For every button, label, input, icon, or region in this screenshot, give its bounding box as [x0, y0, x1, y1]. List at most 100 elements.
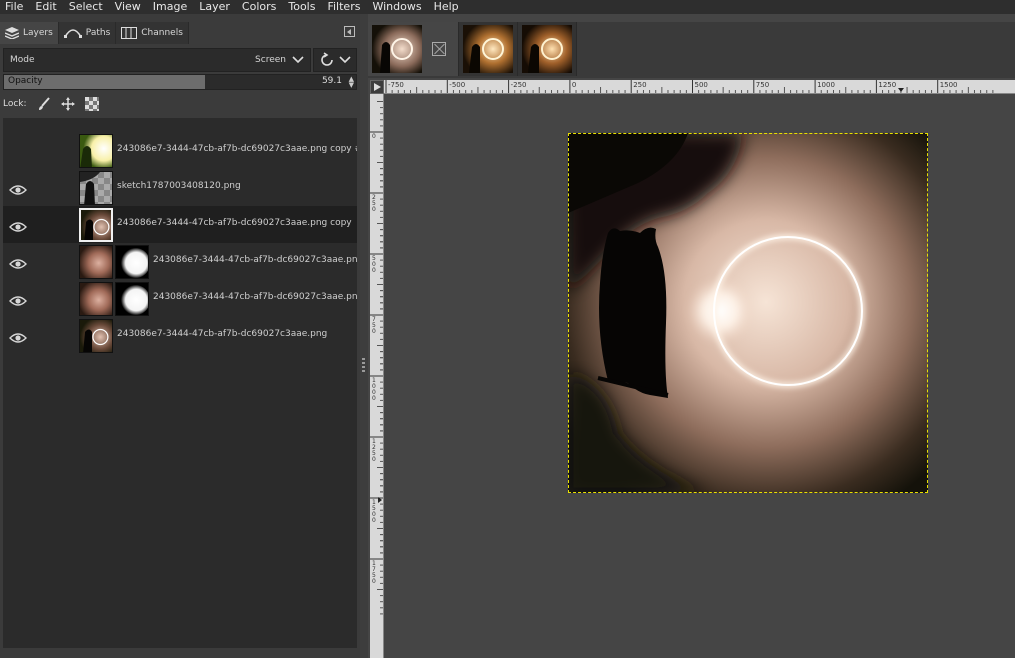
menu-windows[interactable]: Windows — [366, 0, 427, 14]
layer-row[interactable]: 243086e7-3444-47cb-af7b-dc69027c3aae.png — [3, 317, 357, 354]
horizontal-ruler[interactable]: -750 -500 -250 0 250 500 750 1000 1250 1500 — [384, 80, 1015, 94]
menu-edit[interactable]: Edit — [29, 0, 62, 14]
ruler-label: 500 — [694, 81, 708, 89]
menu-file[interactable]: File — [0, 0, 29, 14]
splitter-grip-icon[interactable] — [362, 358, 365, 372]
dock-menu-icon[interactable] — [344, 26, 355, 37]
layer-row[interactable]: 243086e7-3444-47cb-af7b-dc69027c3aae.png… — [3, 206, 357, 243]
layer-name[interactable]: 243086e7-3444-47cb-af7b-dc69027c3aae.png — [117, 329, 357, 339]
paths-icon — [63, 27, 86, 39]
layer-thumbnail[interactable] — [79, 245, 113, 279]
ruler-label: 1500 — [939, 81, 958, 89]
tab-paths[interactable]: Paths — [58, 22, 117, 44]
image-thumbnail — [372, 25, 422, 73]
opacity-label: Opacity — [8, 76, 43, 86]
layer-thumbnail[interactable] — [79, 282, 113, 316]
menu-filters[interactable]: Filters — [321, 0, 366, 14]
ruler-label: 250 — [372, 194, 376, 213]
ruler-corner-button[interactable] — [370, 80, 384, 94]
layer-row[interactable]: 243086e7-3444-47cb-af7b-dc69027c3aae.png… — [3, 243, 357, 280]
visibility-eye-icon[interactable] — [9, 218, 27, 232]
layers-list: 243086e7-3444-47cb-af7b-dc69027c3aae.png… — [3, 118, 357, 648]
ruler-label: 1750 — [372, 560, 376, 585]
opacity-slider[interactable]: Opacity 59.1 ▲ ▼ — [3, 74, 357, 90]
channels-icon — [121, 27, 141, 39]
image-canvas[interactable] — [568, 133, 928, 493]
visibility-eye-icon[interactable] — [9, 144, 27, 156]
ruler-label: 0 — [372, 133, 376, 140]
image-tabs — [368, 22, 1015, 78]
ruler-label: 750 — [372, 316, 376, 335]
ruler-label: -750 — [388, 81, 404, 89]
ruler-label: 1500 — [372, 499, 376, 524]
mode-label: Mode — [10, 55, 35, 65]
visibility-eye-icon[interactable] — [9, 329, 27, 343]
ruler-label: 1250 — [372, 438, 376, 463]
opacity-value: 59.1 — [321, 76, 342, 86]
tab-label: Paths — [85, 28, 111, 38]
mode-switch-button[interactable] — [313, 48, 357, 72]
layer-row[interactable]: 243086e7-3444-47cb-af7b-dc69027c3aae.png… — [3, 132, 357, 169]
layers-dock: Layers Paths Channels Mode Screen Opacity … — [0, 14, 360, 658]
layer-name[interactable]: sketch1787003408120.png — [117, 181, 357, 191]
chevron-down-icon — [339, 56, 351, 64]
mode-value: Screen — [255, 55, 286, 65]
close-image-icon[interactable] — [432, 42, 446, 56]
menu-tools[interactable]: Tools — [282, 0, 321, 14]
menu-colors[interactable]: Colors — [236, 0, 282, 14]
ruler-label: -250 — [510, 81, 527, 89]
layer-name[interactable]: 243086e7-3444-47cb-af7b-dc69027c3aae.png… — [117, 218, 357, 228]
mode-dropdown[interactable]: Mode Screen — [3, 48, 311, 72]
spin-arrows-icon[interactable]: ▲ ▼ — [349, 76, 354, 89]
dock-tabs: Layers Paths Channels — [0, 22, 360, 44]
ruler-label: -500 — [449, 81, 466, 89]
visibility-eye-icon[interactable] — [9, 255, 27, 269]
layer-thumbnail[interactable] — [79, 134, 113, 168]
canvas-area[interactable] — [385, 95, 1015, 658]
lock-row: Lock: — [3, 96, 109, 112]
menu-view[interactable]: View — [109, 0, 147, 14]
tab-layers[interactable]: Layers — [0, 22, 59, 44]
lock-position-move-icon[interactable] — [60, 97, 75, 111]
lock-pixels-brush-icon[interactable] — [37, 97, 51, 111]
ruler-label: 750 — [755, 81, 770, 89]
ruler-label: 500 — [372, 255, 376, 274]
layers-icon — [5, 27, 23, 39]
menu-layer[interactable]: Layer — [193, 0, 236, 14]
image-tab-2[interactable] — [459, 22, 518, 76]
layer-name[interactable]: 243086e7-3444-47cb-af7b-dc69027c3aae.png… — [117, 144, 357, 154]
ruler-label: 0 — [571, 81, 577, 89]
layer-thumbnail[interactable] — [79, 208, 113, 242]
layer-mask-thumbnail[interactable] — [115, 282, 149, 316]
layer-row[interactable]: 243086e7-3444-47cb-af7b-dc69027c3aae.png… — [3, 280, 357, 317]
chevron-down-icon — [292, 56, 304, 64]
image-tab-3[interactable] — [518, 22, 577, 76]
ruler-label: 1000 — [817, 81, 835, 89]
ruler-label: 250 — [633, 81, 647, 89]
menu-image[interactable]: Image — [147, 0, 193, 14]
dock-splitter[interactable] — [360, 14, 368, 658]
ruler-label: 1250 — [878, 81, 897, 89]
reset-icon — [321, 52, 333, 66]
ruler-label: 1000 — [372, 377, 376, 402]
image-tab-1[interactable] — [368, 22, 459, 76]
visibility-eye-icon[interactable] — [9, 181, 27, 195]
menu-bar: File Edit Select View Image Layer Colors Tools F… — [0, 0, 1015, 14]
lock-alpha-checker-icon[interactable] — [84, 97, 99, 111]
layer-name[interactable]: 243086e7-3444-47cb-af7b-dc69027c3aae.png… — [153, 292, 357, 302]
image-thumbnail — [522, 25, 572, 73]
tab-channels[interactable]: Channels — [116, 22, 189, 44]
menu-select[interactable]: Select — [63, 0, 109, 14]
lock-label: Lock: — [3, 99, 27, 109]
layer-thumbnail[interactable] — [79, 171, 113, 205]
visibility-eye-icon[interactable] — [9, 292, 27, 306]
tab-label: Layers — [23, 28, 53, 38]
layer-thumbnail[interactable] — [79, 319, 113, 353]
tab-label: Channels — [141, 28, 183, 38]
vertical-ruler[interactable]: 0 250 500 750 1000 1250 1500 1750 — [370, 94, 384, 658]
layer-mask-thumbnail[interactable] — [115, 245, 149, 279]
layer-name[interactable]: 243086e7-3444-47cb-af7b-dc69027c3aae.png… — [153, 255, 357, 265]
layer-row[interactable]: sketch1787003408120.png — [3, 169, 357, 206]
menu-help[interactable]: Help — [428, 0, 465, 14]
image-thumbnail — [463, 25, 513, 73]
